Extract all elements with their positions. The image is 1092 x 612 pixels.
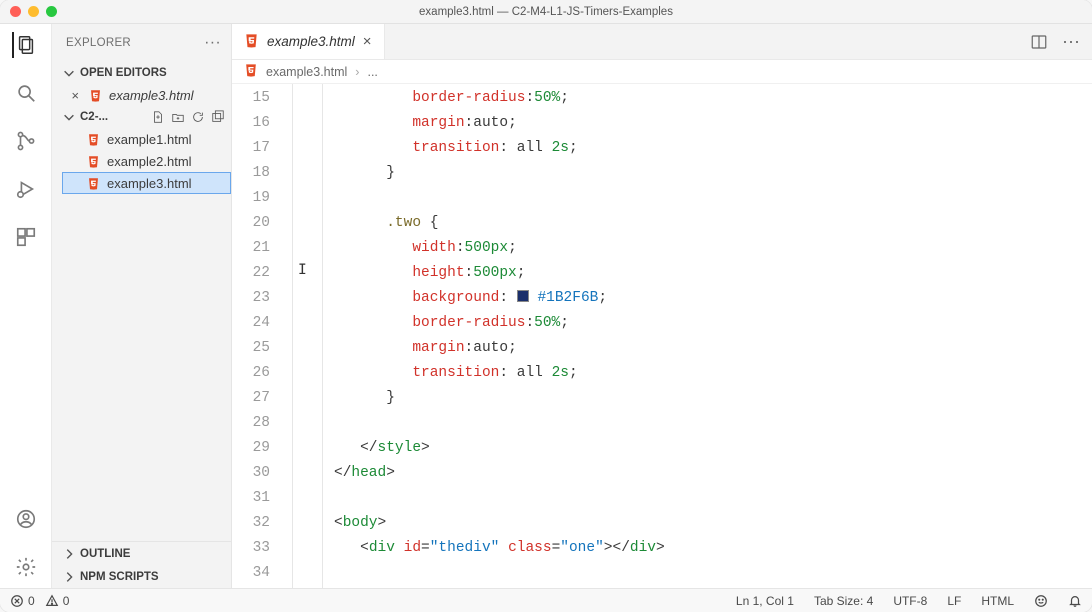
status-bar: 0 0 Ln 1, Col 1 Tab Size: 4 UTF-8 LF HTM… <box>0 588 1092 612</box>
search-icon[interactable] <box>13 80 39 106</box>
line-numbers-gutter: 1516171819202122232425262728293031323334 <box>232 84 288 588</box>
main-area: EXPLORER ··· OPEN EDITORS × example3.htm… <box>0 24 1092 588</box>
error-count: 0 <box>28 594 35 608</box>
code-editor[interactable]: 1516171819202122232425262728293031323334… <box>232 84 1092 588</box>
explorer-more-icon[interactable]: ··· <box>204 34 221 52</box>
folder-name: C2-... <box>80 111 108 123</box>
breadcrumb-separator: › <box>355 65 359 79</box>
settings-gear-icon[interactable] <box>13 554 39 580</box>
source-control-icon[interactable] <box>13 128 39 154</box>
file-name: example3.html <box>107 176 192 191</box>
editor-more-icon[interactable]: ··· <box>1062 31 1080 52</box>
problems-status[interactable]: 0 0 <box>10 594 69 608</box>
explorer-icon[interactable] <box>12 32 38 58</box>
warning-icon <box>45 594 59 608</box>
window-title: example3.html — C2-M4-L1-JS-Timers-Examp… <box>0 6 1092 18</box>
editor-actions: ··· <box>1030 24 1092 59</box>
zoom-window-button[interactable] <box>46 6 57 17</box>
file-item[interactable]: example1.html <box>62 128 231 150</box>
outline-label: OUTLINE <box>80 548 130 560</box>
collapse-all-icon[interactable] <box>211 110 225 124</box>
language-mode[interactable]: HTML <box>981 594 1014 608</box>
vscode-window: example3.html — C2-M4-L1-JS-Timers-Examp… <box>0 0 1092 612</box>
folder-section[interactable]: C2-... <box>62 106 231 128</box>
npm-scripts-section[interactable]: NPM SCRIPTS <box>52 565 231 588</box>
html-file-icon <box>86 154 101 169</box>
breadcrumb[interactable]: example3.html › ... <box>232 60 1092 84</box>
explorer-sidebar: EXPLORER ··· OPEN EDITORS × example3.htm… <box>52 24 232 588</box>
run-debug-icon[interactable] <box>13 176 39 202</box>
eol[interactable]: LF <box>947 594 961 608</box>
open-editor-name: example3.html <box>109 88 194 103</box>
traffic-lights <box>0 6 57 17</box>
file-item[interactable]: example3.html <box>62 172 231 194</box>
file-name: example2.html <box>107 154 192 169</box>
file-name: example1.html <box>107 132 192 147</box>
html-file-icon <box>244 63 258 80</box>
account-icon[interactable] <box>13 506 39 532</box>
open-editor-item[interactable]: × example3.html <box>62 84 231 106</box>
notifications-icon[interactable] <box>1068 594 1082 608</box>
close-window-button[interactable] <box>10 6 21 17</box>
html-file-icon <box>86 176 101 191</box>
open-editors-label: OPEN EDITORS <box>80 67 167 79</box>
chevron-down-icon <box>62 110 76 124</box>
minimize-window-button[interactable] <box>28 6 39 17</box>
extensions-icon[interactable] <box>13 224 39 250</box>
chevron-right-icon <box>62 547 76 561</box>
outline-section[interactable]: OUTLINE <box>52 542 231 565</box>
titlebar: example3.html — C2-M4-L1-JS-Timers-Examp… <box>0 0 1092 24</box>
cursor-position[interactable]: Ln 1, Col 1 <box>736 594 794 608</box>
breadcrumb-trail: ... <box>367 65 377 79</box>
code-content[interactable]: border-radius:50%; margin:auto; transiti… <box>334 84 1092 588</box>
folder-actions <box>151 110 225 124</box>
split-editor-icon[interactable] <box>1030 33 1048 51</box>
html-file-icon <box>88 88 103 103</box>
indent-guides: I <box>292 84 334 588</box>
html-file-icon <box>244 33 259 51</box>
chevron-right-icon <box>62 570 76 584</box>
refresh-icon[interactable] <box>191 110 205 124</box>
new-file-icon[interactable] <box>151 110 165 124</box>
tab-title: example3.html <box>267 34 355 49</box>
tab-size[interactable]: Tab Size: 4 <box>814 594 873 608</box>
open-editors-section[interactable]: OPEN EDITORS <box>62 62 231 84</box>
warning-count: 0 <box>63 594 70 608</box>
error-icon <box>10 594 24 608</box>
tab-strip: example3.html × ··· <box>232 24 1092 60</box>
npm-scripts-label: NPM SCRIPTS <box>80 571 159 583</box>
feedback-icon[interactable] <box>1034 594 1048 608</box>
file-item[interactable]: example2.html <box>62 150 231 172</box>
explorer-header: EXPLORER ··· <box>52 24 231 62</box>
close-editor-icon[interactable]: × <box>68 88 82 103</box>
html-file-icon <box>86 132 101 147</box>
chevron-down-icon <box>62 66 76 80</box>
editor-tab[interactable]: example3.html × <box>232 24 385 59</box>
activity-bar <box>0 24 52 588</box>
new-folder-icon[interactable] <box>171 110 185 124</box>
close-tab-icon[interactable]: × <box>363 33 372 50</box>
text-cursor: I <box>298 262 307 278</box>
explorer-title: EXPLORER <box>66 37 131 49</box>
editor-area: example3.html × ··· example3.html › ... … <box>232 24 1092 588</box>
breadcrumb-file: example3.html <box>266 65 347 79</box>
encoding[interactable]: UTF-8 <box>893 594 927 608</box>
